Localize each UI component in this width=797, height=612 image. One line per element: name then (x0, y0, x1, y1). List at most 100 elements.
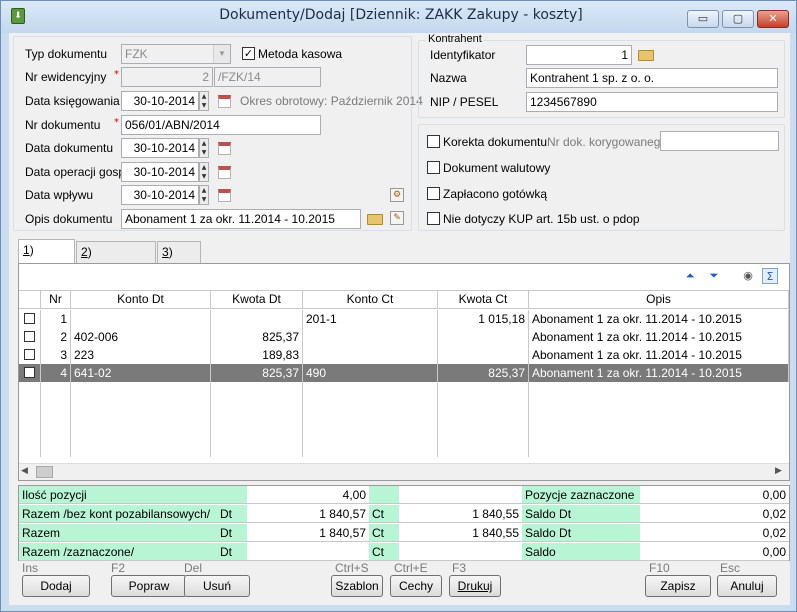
row-checkbox[interactable] (24, 367, 35, 378)
shortcut-hint: Esc (720, 561, 741, 575)
minimize-button[interactable]: ▭ (687, 10, 719, 28)
calendar-icon[interactable] (218, 166, 231, 179)
calendar-icon[interactable] (218, 189, 231, 202)
data-wplywu-spinner[interactable]: ▲ ▼ (199, 185, 209, 205)
summary-razem-bez-ct: 1 840,55 (399, 505, 522, 523)
summary-razem-bez-dt: 1 840,57 (247, 505, 369, 523)
scroll-right-icon[interactable]: ▶ (775, 466, 782, 476)
folder-icon[interactable] (367, 214, 383, 225)
data-oper-field[interactable]: 30-10-2014 (121, 162, 199, 182)
table-row-selected[interactable]: 4 641-02 825,37 490 825,37 Abonament 1 z… (19, 364, 789, 382)
data-ksieg-field[interactable]: 30-10-2014 (121, 91, 199, 111)
summary-ilosc-value: 4,00 (247, 486, 369, 504)
typ-label: Typ dokumentu (25, 47, 108, 61)
summary-ilosc-label: Ilość pozycji (19, 486, 217, 504)
header-kwota-ct[interactable]: Kwota Ct (438, 291, 529, 309)
data-dok-field[interactable]: 30-10-2014 (121, 138, 199, 158)
table-row[interactable]: 2 402-006 825,37 Abonament 1 za okr. 11.… (19, 328, 789, 346)
nip-label: NIP / PESEL (430, 95, 499, 109)
table-row[interactable]: 3 223 189,83 Abonament 1 za okr. 11.2014… (19, 346, 789, 364)
zapisz-button[interactable]: Zapisz (645, 575, 711, 597)
summary-blank (217, 486, 247, 504)
metoda-kasowa-label: Metoda kasowa (258, 47, 343, 61)
data-oper-spinner[interactable]: ▲ ▼ (199, 162, 209, 182)
folder-icon[interactable] (638, 50, 654, 61)
korekta-label: Korekta dokumentu (443, 135, 548, 149)
nazwa-field[interactable]: Kontrahent 1 sp. z o. o. (526, 68, 778, 88)
row-checkbox[interactable] (24, 313, 35, 324)
drukuj-button[interactable]: Drukuj (449, 575, 501, 597)
data-dok-spinner[interactable]: ▲ ▼ (199, 138, 209, 158)
nr-ewid-number-field[interactable]: 2 (121, 67, 213, 87)
header-nr[interactable]: Nr (41, 291, 71, 309)
column-divider (40, 382, 41, 457)
cell-nr: 3 (41, 346, 71, 364)
calendar-icon[interactable] (218, 142, 231, 155)
summary-saldo-dt2-value: 0,02 (640, 524, 789, 542)
row-checkbox[interactable] (24, 349, 35, 360)
tab-vat[interactable]: 3) VAT (157, 241, 201, 279)
opis-field[interactable]: Abonament 1 za okr. 11.2014 - 10.2015 (121, 209, 361, 229)
walutowy-label: Dokument walutowy (443, 161, 551, 175)
move-down-icon[interactable]: ⏷ (706, 268, 722, 284)
cell-kwota-dt (211, 310, 303, 328)
data-dok-label: Data dokumentu (25, 141, 114, 155)
cechy-button[interactable]: Cechy (390, 575, 442, 597)
kup-checkbox[interactable] (427, 212, 440, 225)
row-checkbox[interactable] (24, 331, 35, 342)
close-button[interactable]: ✕ (757, 10, 789, 28)
calendar-icon[interactable] (218, 95, 231, 108)
identyfikator-field[interactable]: 1 (526, 45, 632, 65)
shortcut-hint: Ctrl+S (335, 561, 369, 575)
nazwa-label: Nazwa (430, 71, 467, 85)
korekta-checkbox[interactable] (427, 135, 440, 148)
usun-button[interactable]: Usuń (184, 575, 250, 597)
cell-konto-ct (303, 328, 438, 346)
walutowy-checkbox[interactable] (427, 161, 440, 174)
metoda-kasowa-checkbox[interactable]: ✓ (242, 47, 255, 60)
dodaj-button[interactable]: Dodaj (22, 575, 90, 597)
typ-combo[interactable]: FZK ▼ (121, 44, 231, 64)
preview-icon[interactable]: ◉ (740, 268, 756, 284)
scroll-left-icon[interactable]: ◀ (21, 466, 28, 476)
data-wplywu-field[interactable]: 30-10-2014 (121, 185, 199, 205)
data-ksieg-spinner[interactable]: ▲ ▼ (199, 91, 209, 111)
popraw-button[interactable]: Popraw (111, 575, 187, 597)
tab-pozycje[interactable]: 1) Pozycje (18, 239, 75, 277)
data-ksieg-label: Data księgowania (25, 94, 120, 108)
nr-kor-field[interactable] (660, 131, 779, 151)
dialog-body: Typ dokumentu FZK ▼ ✓ Metoda kasowa Nr e… (9, 33, 790, 605)
cell-opis: Abonament 1 za okr. 11.2014 - 10.2015 (529, 364, 789, 382)
nr-dok-field[interactable]: 056/01/ABN/2014 (121, 115, 321, 135)
tab-rozrachunki[interactable]: 2) Rozrachunki (76, 241, 156, 279)
edit-icon[interactable]: ✎ (390, 211, 404, 225)
cell-nr: 2 (41, 328, 71, 346)
horizontal-scrollbar[interactable]: ◀ ▶ (19, 463, 789, 480)
cell-nr: 4 (41, 364, 71, 382)
cell-opis: Abonament 1 za okr. 11.2014 - 10.2015 (529, 310, 789, 328)
table-row[interactable]: 1 201-1 1 015,18 Abonament 1 za okr. 11.… (19, 310, 789, 328)
szablon-button[interactable]: Szablon (331, 575, 383, 597)
column-divider (70, 382, 71, 457)
sum-icon[interactable]: Σ (762, 268, 778, 284)
header-opis[interactable]: Opis (529, 291, 789, 309)
summary-pozycje-zazn-label: Pozycje zaznaczone (522, 486, 640, 504)
header-konto-ct[interactable]: Konto Ct (303, 291, 438, 309)
header-konto-dt[interactable]: Konto Dt (71, 291, 211, 309)
gear-icon[interactable]: ⚙ (390, 188, 404, 202)
opis-label: Opis dokumentu (25, 212, 113, 226)
scroll-thumb[interactable] (36, 466, 53, 478)
nip-field[interactable]: 1234567890 (526, 92, 778, 112)
header-kwota-dt[interactable]: Kwota Dt (211, 291, 303, 309)
title-bar: ⬇ Dokumenty/Dodaj [Dziennik: ZAKK Zakupy… (1, 1, 796, 33)
gotowka-checkbox[interactable] (427, 187, 440, 200)
cell-konto-dt: 641-02 (71, 364, 211, 382)
maximize-button[interactable]: ▢ (722, 10, 754, 28)
move-up-icon[interactable]: ⏶ (682, 268, 698, 284)
summary-dt-label: Dt (217, 505, 247, 523)
summary-saldo-label: Saldo (522, 543, 640, 561)
chevron-down-icon[interactable]: ▼ (213, 45, 230, 63)
cell-kwota-dt: 825,37 (211, 364, 303, 382)
summary-ct-label: Ct (369, 543, 399, 561)
anuluj-button[interactable]: Anuluj (717, 575, 777, 597)
